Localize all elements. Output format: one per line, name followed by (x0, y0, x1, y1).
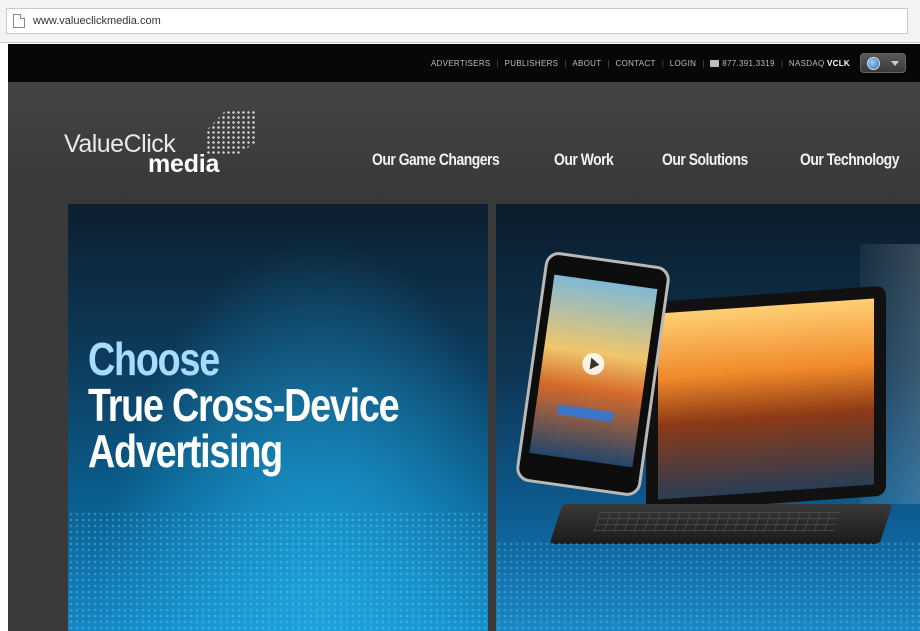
ticker-symbol: VCLK (827, 58, 850, 68)
phone-icon (710, 59, 720, 67)
laptop-keyboard (549, 504, 893, 544)
nav-about[interactable]: ABOUT (566, 59, 607, 68)
hero-headline: Choose True Cross-Device Advertising (88, 336, 466, 474)
main-nav: Our Game Changers Our Work Our Solutions… (372, 150, 920, 170)
nav-login[interactable]: LOGIN (664, 59, 702, 68)
url-field[interactable]: www.valueclickmedia.com (6, 8, 908, 34)
nav-advertisers[interactable]: ADVERTISERS (425, 59, 497, 68)
valueclick-media-logo[interactable]: ValueClick media (56, 110, 256, 178)
headline-line-1: Choose (88, 333, 220, 385)
website: ADVERTISERS | PUBLISHERS | ABOUT | CONTACT |… (8, 44, 920, 631)
language-selector[interactable] (860, 53, 906, 73)
nav-publishers[interactable]: PUBLISHERS (499, 59, 565, 68)
laptop-screen-image (658, 298, 874, 500)
nav-contact[interactable]: CONTACT (610, 59, 662, 68)
headline-line-3: Advertising (88, 425, 283, 477)
phone-cta-graphic (557, 404, 614, 423)
nasdaq-ticker[interactable]: NASDAQ VCLK (783, 59, 856, 68)
utility-bar: ADVERTISERS | PUBLISHERS | ABOUT | CONTACT |… (8, 44, 920, 82)
laptop-graphic (646, 285, 886, 513)
utility-nav: ADVERTISERS | PUBLISHERS | ABOUT | CONTACT |… (425, 44, 906, 82)
site-header: ValueClick media Our Game Changers Our W… (8, 82, 920, 204)
hero-text-panel[interactable]: Choose True Cross-Device Advertising (68, 204, 488, 631)
phone-screen-image (529, 274, 658, 468)
nav-our-game-changers[interactable]: Our Game Changers (372, 150, 521, 170)
globe-icon (866, 56, 880, 70)
nav-our-work[interactable]: Our Work (554, 150, 643, 170)
phone-number: 877.391.3319 (704, 59, 781, 68)
url-text: www.valueclickmedia.com (33, 15, 161, 27)
nav-our-solutions[interactable]: Our Solutions (662, 150, 775, 170)
keyboard-keys (593, 512, 840, 532)
play-icon (580, 351, 606, 377)
page-icon (13, 14, 25, 28)
logo-text-media: media (148, 150, 220, 178)
browser-address-bar: www.valueclickmedia.com (0, 0, 920, 43)
chevron-down-icon (891, 60, 900, 66)
phone-text: 877.391.3319 (722, 58, 775, 68)
nasdaq-label: NASDAQ (788, 58, 825, 68)
nav-our-technology[interactable]: Our Technology (800, 150, 899, 170)
headline-line-2: True Cross-Device (88, 379, 400, 431)
hero-devices-image[interactable] (496, 204, 920, 631)
